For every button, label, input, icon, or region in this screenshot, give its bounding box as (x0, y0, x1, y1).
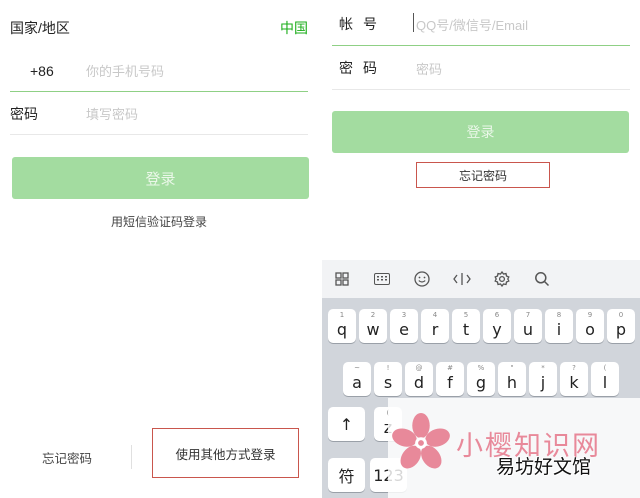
search-icon[interactable] (522, 260, 562, 298)
account-row: 帐号 QQ号/微信号/Email (332, 3, 630, 46)
password-label: 密码 (339, 60, 387, 76)
login-button[interactable]: 登录 (332, 111, 629, 153)
key-label: g (475, 372, 487, 392)
key-label: r (431, 319, 439, 339)
keyboard-icon[interactable] (362, 260, 402, 298)
forgot-password-link[interactable]: 忘记密码 (42, 448, 92, 467)
key-k[interactable]: ? k (560, 362, 588, 396)
key-secondary-label: 2 (370, 311, 376, 319)
key-secondary-label: 6 (494, 311, 500, 319)
key-label: z (383, 417, 393, 437)
key-label: a (352, 372, 362, 392)
key-secondary-label: ( (603, 364, 607, 372)
phone-row: +86 你的手机号码 (10, 50, 308, 92)
account-input[interactable]: QQ号/微信号/Email (413, 12, 528, 34)
key-q[interactable]: 1q (328, 309, 356, 343)
key-p[interactable]: 0p (607, 309, 635, 343)
other-login-methods-link[interactable]: 使用其他方式登录 (152, 428, 299, 478)
key-d[interactable]: @ d (405, 362, 433, 396)
key-secondary-label: ~ (354, 364, 360, 372)
key-label: k (569, 372, 579, 392)
emoji-icon[interactable] (402, 260, 442, 298)
settings-icon[interactable] (482, 260, 522, 298)
key-o[interactable]: 9o (576, 309, 604, 343)
key-secondary-label: 3 (401, 311, 407, 319)
key-secondary-label: ? (572, 364, 576, 372)
phone-input[interactable]: 你的手机号码 (86, 61, 164, 80)
region-row[interactable]: 国家/地区 中国 (10, 7, 308, 49)
grid-icon[interactable] (322, 260, 362, 298)
key-e[interactable]: 3e (390, 309, 418, 343)
key-secondary-label: 4 (432, 311, 438, 319)
key-t[interactable]: 5t (452, 309, 480, 343)
text-cursor (413, 12, 414, 32)
key-secondary-label: 5 (463, 311, 469, 319)
key-secondary-label: " (510, 364, 514, 372)
divider (131, 445, 132, 469)
password-input[interactable]: 填写密码 (86, 104, 138, 123)
key-y[interactable]: 6y (483, 309, 511, 343)
region-label: 国家/地区 (10, 20, 70, 36)
key-label: t (462, 319, 470, 339)
cursor-icon[interactable] (442, 260, 482, 298)
number-key[interactable]: 123 (370, 458, 407, 492)
key-j[interactable]: * j (529, 362, 557, 396)
password-row: 密码 密码 (332, 47, 630, 90)
password-row: 密码 填写密码 (10, 93, 308, 135)
key-g[interactable]: % g (467, 362, 495, 396)
key-label: j (540, 372, 546, 392)
key-label: q (336, 319, 348, 339)
key-z[interactable]: (z (374, 407, 402, 441)
account-label: 帐号 (339, 16, 387, 32)
key-s[interactable]: ! s (374, 362, 402, 396)
key-label: d (413, 372, 425, 392)
key-w[interactable]: 2w (359, 309, 387, 343)
key-secondary-label: 9 (587, 311, 593, 319)
key-label: h (506, 372, 518, 392)
keyboard-toolbar (322, 260, 640, 298)
key-label: e (399, 319, 409, 339)
bottom-links: 忘记密码 使用其他方式登录 (0, 428, 318, 480)
country-code[interactable]: +86 (10, 63, 86, 79)
sms-login-link[interactable]: 用短信验证码登录 (0, 213, 318, 230)
key-label: s (383, 372, 393, 392)
symbol-key[interactable]: 符 (328, 458, 365, 492)
key-label: p (615, 319, 627, 339)
key-label: u (522, 319, 534, 339)
key-secondary-label: ! (386, 364, 390, 372)
key-label: y (492, 319, 502, 339)
key-secondary-label: @ (415, 364, 423, 372)
keyboard: 1 q 2 w 3 e 4 r 5 t 6 y 7 u 8 i 9 o 0 p ~ a! s @ d # f% g " h * j? k(l ↑(… (322, 260, 640, 498)
key-label: f (447, 372, 453, 392)
account-placeholder: QQ号/微信号/Email (416, 17, 528, 33)
key-h[interactable]: " h (498, 362, 526, 396)
key-r[interactable]: 4r (421, 309, 449, 343)
key-u[interactable]: 7u (514, 309, 542, 343)
password-input[interactable]: 密码 (416, 59, 442, 78)
shift-key[interactable]: ↑ (328, 407, 365, 441)
region-value[interactable]: 中国 (280, 18, 308, 38)
key-secondary-label: 8 (556, 311, 562, 319)
key-label: w (366, 319, 380, 339)
key-secondary-label: 7 (525, 311, 531, 319)
wechat-login-panel: 国家/地区 中国 +86 你的手机号码 密码 填写密码 登录 用短信验证码登录 … (0, 0, 318, 498)
login-button[interactable]: 登录 (12, 157, 309, 199)
password-label: 密码 (10, 105, 38, 122)
key-f[interactable]: # f (436, 362, 464, 396)
key-i[interactable]: 8i (545, 309, 573, 343)
qq-login-panel: 帐号 QQ号/微信号/Email 密码 密码 登录 忘记密码 1 q 2 w 3… (322, 0, 640, 498)
key-l[interactable]: (l (591, 362, 619, 396)
key-a[interactable]: ~ a (343, 362, 371, 396)
key-secondary-label: % (477, 364, 485, 372)
forgot-password-link[interactable]: 忘记密码 (416, 162, 550, 188)
key-secondary-label: 1 (339, 311, 345, 319)
key-secondary-label: # (447, 364, 453, 372)
key-secondary-label: ( (386, 409, 390, 417)
key-secondary-label: 0 (618, 311, 624, 319)
key-label: i (556, 319, 562, 339)
key-secondary-label: * (541, 364, 545, 372)
key-label: o (585, 319, 595, 339)
key-label: l (602, 372, 608, 392)
